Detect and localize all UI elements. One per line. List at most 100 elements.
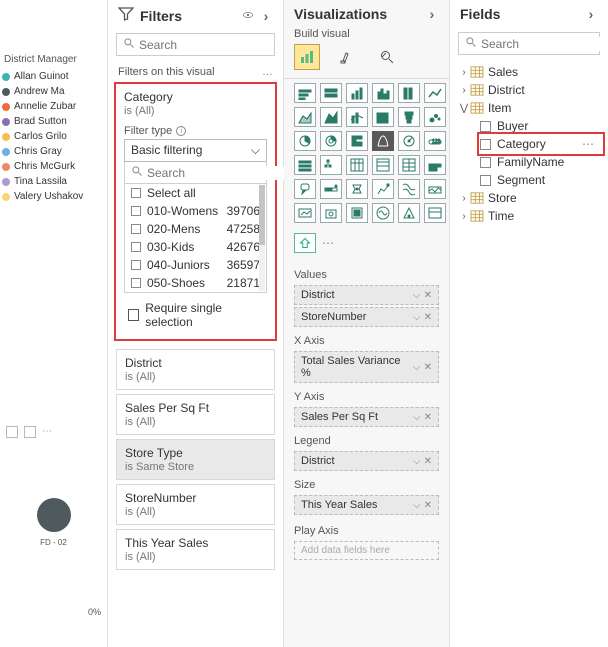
field-checkbox[interactable] [480, 121, 491, 132]
filter-value-row[interactable]: Select all [125, 184, 266, 202]
remove-icon[interactable]: ✕ [424, 290, 432, 301]
filters-search[interactable] [116, 33, 275, 56]
viz-type-15[interactable] [372, 131, 394, 151]
filter-value-row[interactable]: 030-Kids42676 [125, 238, 266, 256]
remove-icon[interactable]: ✕ [424, 362, 432, 373]
table-row[interactable]: ›Store [456, 189, 602, 207]
filter-value-row[interactable]: 010-Womens39706 [125, 202, 266, 220]
viz-type-3[interactable] [372, 83, 394, 103]
filter-card[interactable]: This Year Salesis (All) [116, 529, 275, 570]
filters-search-input[interactable] [139, 38, 294, 52]
require-single-checkbox[interactable] [128, 309, 139, 321]
field-row[interactable]: Segment [480, 171, 602, 189]
value-checkbox[interactable] [131, 224, 141, 234]
more-icon[interactable]: ⋯ [42, 426, 52, 438]
value-checkbox[interactable] [131, 260, 141, 270]
well-item[interactable]: District⌵✕ [294, 451, 439, 471]
well-item[interactable]: StoreNumber⌵✕ [294, 307, 439, 327]
visual-header-icons[interactable]: ⋯ [6, 426, 101, 438]
filter-value-row[interactable]: 020-Mens47258 [125, 220, 266, 238]
chevron-down-icon[interactable]: ⌵ [413, 500, 421, 511]
caret-right-icon[interactable]: › [458, 67, 470, 78]
viz-type-26[interactable] [346, 179, 368, 199]
field-more-icon[interactable]: ⋯ [582, 137, 596, 151]
chevron-down-icon[interactable]: ⌵ [413, 456, 421, 467]
viz-type-21[interactable] [372, 155, 394, 175]
viz-type-23[interactable] [424, 155, 446, 175]
collapse-icon[interactable]: › [584, 6, 598, 22]
viz-type-6[interactable] [294, 107, 316, 127]
viz-type-33[interactable] [372, 203, 394, 223]
viz-type-4[interactable] [398, 83, 420, 103]
viz-type-28[interactable] [398, 179, 420, 199]
viz-type-18[interactable] [294, 155, 316, 175]
caret-right-icon[interactable]: › [458, 211, 470, 222]
filter-values-search-input[interactable] [147, 166, 302, 180]
legend-item[interactable]: Tina Lassila [2, 174, 105, 189]
eye-icon[interactable] [241, 8, 255, 24]
viz-type-19[interactable] [320, 155, 342, 175]
field-row[interactable]: Category⋯ [480, 135, 602, 153]
chevron-down-icon[interactable]: ⌵ [413, 412, 421, 423]
collapse-icon[interactable]: › [259, 8, 273, 24]
remove-icon[interactable]: ✕ [424, 312, 432, 323]
scatter-bubble[interactable] [37, 498, 71, 532]
legend-item[interactable]: Chris McGurk [2, 159, 105, 174]
viz-more-icon[interactable]: ⋯ [322, 236, 334, 250]
field-checkbox[interactable] [480, 139, 491, 150]
info-icon[interactable]: i [176, 126, 186, 136]
legend-item[interactable]: Valery Ushakov [2, 189, 105, 204]
viz-type-27[interactable] [372, 179, 394, 199]
remove-icon[interactable]: ✕ [424, 456, 432, 467]
filter-value-row[interactable]: 050-Shoes21871 [125, 274, 266, 292]
table-row[interactable]: ›District [456, 81, 602, 99]
viz-type-29[interactable] [424, 179, 446, 199]
filter-values-search[interactable] [124, 162, 267, 184]
well-item[interactable]: Sales Per Sq Ft⌵✕ [294, 407, 439, 427]
viz-type-17[interactable]: 123 [424, 131, 446, 151]
well-item[interactable]: Total Sales Variance %⌵✕ [294, 351, 439, 383]
fields-search-input[interactable] [481, 37, 608, 51]
viz-type-32[interactable] [346, 203, 368, 223]
caret-right-icon[interactable]: › [458, 85, 470, 96]
remove-icon[interactable]: ✕ [424, 500, 432, 511]
viz-type-30[interactable] [294, 203, 316, 223]
filter-card[interactable]: Sales Per Sq Ftis (All) [116, 394, 275, 435]
remove-icon[interactable]: ✕ [424, 412, 432, 423]
viz-type-10[interactable] [398, 107, 420, 127]
viz-type-20[interactable] [346, 155, 368, 175]
well-item[interactable]: District⌵✕ [294, 285, 439, 305]
filter-card[interactable]: StoreNumberis (All) [116, 484, 275, 525]
legend-item[interactable]: Andrew Ma [2, 84, 105, 99]
caret-right-icon[interactable]: › [458, 193, 470, 204]
chevron-down-icon[interactable]: ⌵ [413, 290, 421, 301]
format-visual-tab[interactable] [334, 44, 360, 70]
field-row[interactable]: Buyer [480, 117, 602, 135]
scrollbar-thumb[interactable] [259, 185, 265, 245]
viz-type-9[interactable] [372, 107, 394, 127]
collapse-icon[interactable]: › [425, 6, 439, 22]
well-item[interactable]: This Year Sales⌵✕ [294, 495, 439, 515]
field-checkbox[interactable] [480, 157, 491, 168]
field-checkbox[interactable] [480, 175, 491, 186]
play-axis-well[interactable]: Add data fields here [294, 541, 439, 560]
value-checkbox[interactable] [131, 206, 141, 216]
viz-type-25[interactable] [320, 179, 342, 199]
viz-type-11[interactable] [424, 107, 446, 127]
chevron-down-icon[interactable]: ⌵ [413, 312, 421, 323]
get-more-visuals[interactable] [294, 233, 316, 253]
category-filter-card[interactable]: Category is (All) Filter type i Basic fi… [118, 86, 273, 337]
viz-type-13[interactable] [320, 131, 342, 151]
build-visual-tab[interactable] [294, 44, 320, 70]
field-row[interactable]: FamilyName [480, 153, 602, 171]
filter-icon[interactable] [6, 426, 18, 438]
legend-item[interactable]: Chris Gray [2, 144, 105, 159]
section-more-icon[interactable]: … [262, 66, 273, 78]
filter-values-list[interactable]: Select all010-Womens39706020-Mens4725803… [124, 184, 267, 293]
legend-item[interactable]: Carlos Grilo [2, 129, 105, 144]
viz-type-22[interactable] [398, 155, 420, 175]
caret-down-icon[interactable]: ⋁ [458, 103, 470, 114]
viz-type-1[interactable] [320, 83, 342, 103]
viz-type-8[interactable] [346, 107, 368, 127]
fields-search[interactable] [458, 32, 600, 55]
